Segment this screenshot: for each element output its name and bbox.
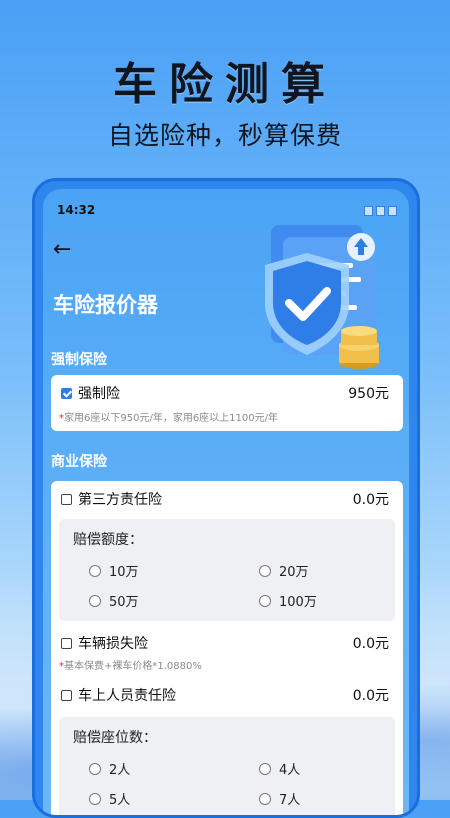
compulsory-row[interactable]: 强制险 950元 xyxy=(61,383,389,403)
compulsory-section-label: 强制保险 xyxy=(51,352,107,368)
radio-option-100w[interactable]: 100万 xyxy=(259,591,317,610)
passenger-label: 车上人员责任险 xyxy=(78,688,176,704)
radio-option-2p[interactable]: 2人 xyxy=(89,759,130,778)
radio-icon xyxy=(259,792,271,805)
radio-icon xyxy=(259,564,271,577)
radio-icon xyxy=(89,564,101,577)
radio-option-10w[interactable]: 10万 xyxy=(89,561,139,580)
radio-icon xyxy=(259,762,271,775)
radio-option-50w[interactable]: 50万 xyxy=(89,591,139,610)
third-party-price: 0.0元 xyxy=(352,492,389,508)
passenger-checkbox[interactable] xyxy=(61,689,72,701)
hero-subtitle: 自选险种，秒算保费 xyxy=(107,121,342,150)
status-time: 14:32 xyxy=(57,203,96,217)
vehicle-loss-note: *基本保费+裸车价格*1.0880% xyxy=(59,661,202,672)
radio-option-5p[interactable]: 5人 xyxy=(89,789,130,808)
radio-icon xyxy=(89,792,101,805)
passenger-row[interactable]: 车上人员责任险 0.0元 xyxy=(61,685,389,705)
vehicle-loss-price: 0.0元 xyxy=(352,636,389,652)
third-party-options-panel: 赔偿额度： 10万 20万 50万 100万 xyxy=(59,519,395,621)
third-party-label: 第三方责任险 xyxy=(78,492,162,508)
compulsory-price: 950元 xyxy=(348,386,389,402)
compulsory-checkbox[interactable] xyxy=(61,387,72,399)
radio-icon xyxy=(89,762,101,775)
radio-option-20w[interactable]: 20万 xyxy=(259,561,309,580)
radio-icon xyxy=(89,594,101,607)
compulsory-card: 强制险 950元 *家用6座以下950元/年，家用6座以上1100元/年 xyxy=(51,375,403,431)
back-arrow-icon[interactable]: ← xyxy=(53,237,71,262)
radio-option-4p[interactable]: 4人 xyxy=(259,759,300,778)
third-party-row[interactable]: 第三方责任险 0.0元 xyxy=(61,489,389,509)
hero-title: 车险测算 xyxy=(113,59,337,110)
passenger-price: 0.0元 xyxy=(352,688,389,704)
compulsory-note: *家用6座以下950元/年，家用6座以上1100元/年 xyxy=(59,413,278,424)
app-screen: 14:32 ← 车险报价器 强制保险 强制险 950元 *家用6座以下950元/… xyxy=(43,189,409,815)
page-title: 车险报价器 xyxy=(53,293,158,317)
passenger-options-panel: 赔偿座位数： 2人 4人 5人 7人 xyxy=(59,717,395,815)
vehicle-loss-label: 车辆损失险 xyxy=(78,636,148,652)
passenger-options-title: 赔偿座位数： xyxy=(73,730,157,746)
third-party-options-title: 赔偿额度： xyxy=(73,532,143,548)
compulsory-label: 强制险 xyxy=(78,386,120,402)
phone-frame: 14:32 ← 车险报价器 强制保险 强制险 950元 *家用6座以下950元/… xyxy=(32,178,420,818)
commercial-section-label: 商业保险 xyxy=(51,454,107,470)
radio-option-7p[interactable]: 7人 xyxy=(259,789,300,808)
insurance-illustration-icon xyxy=(265,225,379,369)
radio-icon xyxy=(259,594,271,607)
third-party-checkbox[interactable] xyxy=(61,493,72,505)
vehicle-loss-checkbox[interactable] xyxy=(61,637,72,649)
commercial-card: 第三方责任险 0.0元 赔偿额度： 10万 20万 50万 100万 车辆损失险… xyxy=(51,481,403,815)
vehicle-loss-row[interactable]: 车辆损失险 0.0元 xyxy=(61,633,389,653)
